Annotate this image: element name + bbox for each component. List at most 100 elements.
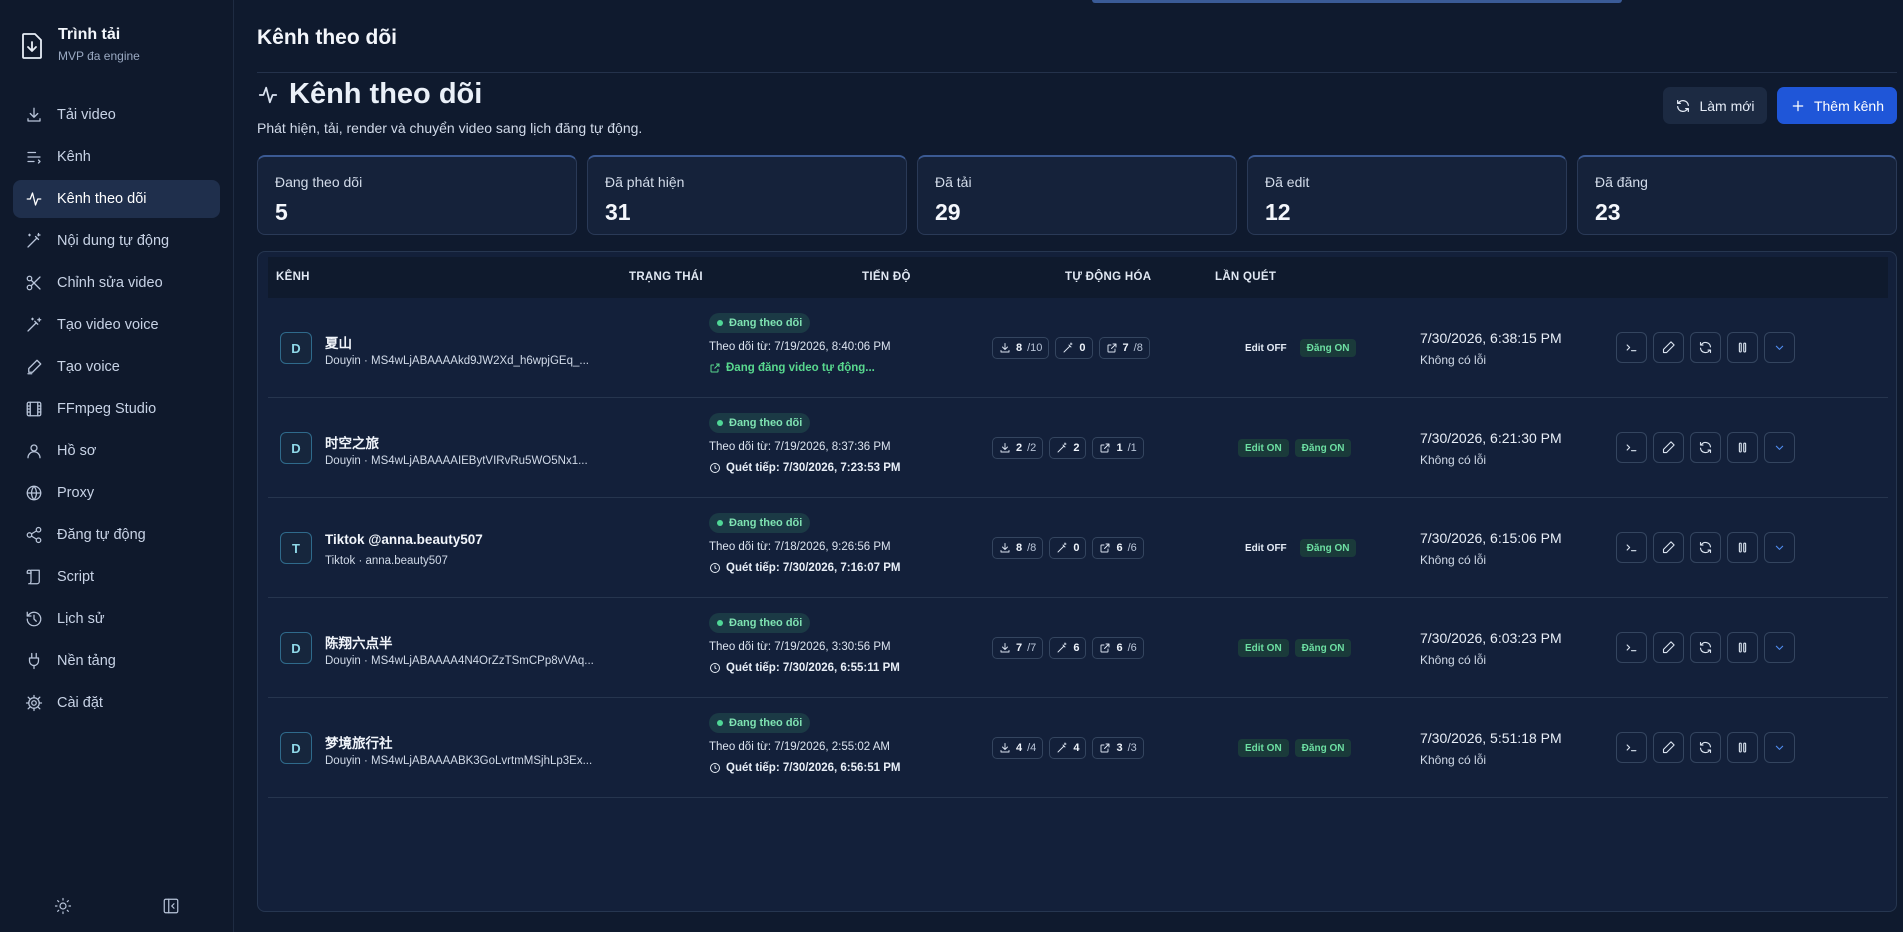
sidebar-item-history[interactable]: Lịch sử [13, 600, 220, 638]
rescan-button[interactable] [1690, 632, 1721, 663]
edit-button[interactable] [1653, 332, 1684, 363]
stat-card: Đang theo dõi 5 [257, 155, 577, 235]
table-row: D 时空之旅 Douyin · MS4wLjABAAAAIEBytVIRvRu5… [268, 398, 1888, 498]
add-channel-button[interactable]: Thêm kênh [1777, 87, 1897, 124]
chevron-down-icon [1775, 745, 1784, 750]
post-toggle-tag[interactable]: Đăng ON [1294, 439, 1352, 457]
wand-icon [27, 317, 42, 332]
downloaded-chip: 2/2 [992, 437, 1044, 459]
status-badge: Đang theo dõi [709, 713, 811, 733]
expand-row-button[interactable] [1764, 432, 1795, 463]
edit-toggle-tag[interactable]: Edit OFF [1238, 539, 1294, 557]
progress-chips: 8/10 0 7/8 [992, 337, 1150, 359]
edit-toggle-tag[interactable]: Edit ON [1238, 439, 1289, 457]
sidebar-item-gear[interactable]: Cài đặt [13, 684, 220, 722]
pencil-icon [1662, 441, 1675, 454]
terminal-button[interactable] [1616, 332, 1647, 363]
next-action: Quét tiếp: 7/30/2026, 6:55:11 PM [709, 662, 900, 674]
last-scan-time: 7/30/2026, 5:51:18 PM [1420, 730, 1562, 746]
terminal-button[interactable] [1616, 432, 1647, 463]
activity-icon [258, 86, 278, 103]
posted-count: 7 [1122, 342, 1129, 354]
stat-card: Đã edit 12 [1247, 155, 1567, 235]
add-channel-label: Thêm kênh [1813, 97, 1885, 114]
pause-button[interactable] [1727, 332, 1758, 363]
refresh-icon [1699, 341, 1712, 354]
post-toggle-tag[interactable]: Đăng ON [1299, 339, 1357, 357]
top-accent-bar [1092, 0, 1622, 3]
column-header-progress: TIẾN ĐỘ [862, 271, 911, 283]
status-text: Đang theo dõi [729, 517, 803, 529]
post-toggle-tag[interactable]: Đăng ON [1294, 739, 1352, 757]
edit-toggle-tag[interactable]: Edit ON [1238, 639, 1289, 657]
sidebar-item-plug[interactable]: Nền tảng [13, 642, 220, 680]
rescan-button[interactable] [1690, 332, 1721, 363]
channel-name[interactable]: 陈翔六点半 [325, 632, 393, 652]
downloaded-chip: 7/7 [992, 637, 1044, 659]
post-toggle-tag[interactable]: Đăng ON [1294, 639, 1352, 657]
collapse-sidebar-button[interactable] [160, 895, 182, 917]
terminal-button[interactable] [1616, 532, 1647, 563]
channel-name[interactable]: Tiktok @anna.beauty507 [325, 532, 483, 547]
terminal-button[interactable] [1616, 732, 1647, 763]
channel-name[interactable]: 时空之旅 [325, 432, 379, 452]
sidebar-item-film[interactable]: FFmpeg Studio [13, 390, 220, 428]
sidebar-item-pen[interactable]: Tạo voice [13, 348, 220, 386]
edit-button[interactable] [1653, 432, 1684, 463]
downloaded-count: 8 [1016, 342, 1023, 354]
pause-button[interactable] [1727, 732, 1758, 763]
clock-icon [710, 563, 720, 573]
automation-tags: Edit ON Đăng ON [1238, 439, 1352, 457]
stat-value: 23 [1595, 199, 1621, 225]
theme-toggle-button[interactable] [52, 895, 74, 917]
post-toggle-tag[interactable]: Đăng ON [1299, 539, 1357, 557]
external-link-icon [1100, 543, 1110, 553]
terminal-button[interactable] [1616, 632, 1647, 663]
edit-button[interactable] [1653, 532, 1684, 563]
table-row: D 陈翔六点半 Douyin · MS4wLjABAAAA4N4OrZzTSmC… [268, 598, 1888, 698]
expand-row-button[interactable] [1764, 732, 1795, 763]
row-actions [1616, 632, 1795, 663]
sidebar-item-list[interactable]: Kênh [13, 138, 220, 176]
pause-button[interactable] [1727, 532, 1758, 563]
edit-toggle-tag[interactable]: Edit OFF [1238, 339, 1294, 357]
pause-button[interactable] [1727, 632, 1758, 663]
expand-row-button[interactable] [1764, 632, 1795, 663]
rescan-button[interactable] [1690, 432, 1721, 463]
magic-wand-icon [1057, 742, 1067, 753]
channel-name[interactable]: 梦境旅行社 [325, 732, 393, 752]
edit-button[interactable] [1653, 732, 1684, 763]
expand-row-button[interactable] [1764, 332, 1795, 363]
stat-label: Đã phát hiện [605, 174, 685, 190]
posted-total: /8 [1133, 342, 1143, 354]
table-row: T Tiktok @anna.beauty507 Tiktok · anna.b… [268, 498, 1888, 598]
pause-icon [1738, 442, 1747, 453]
rescan-button[interactable] [1690, 732, 1721, 763]
stats-row: Đang theo dõi 5 Đã phát hiện 31 Đã tải 29 Đ… [257, 155, 1897, 235]
sidebar-item-share[interactable]: Đăng tự động [13, 516, 220, 554]
pause-button[interactable] [1727, 432, 1758, 463]
sidebar-item-magic-wand[interactable]: Nội dung tự động [13, 222, 220, 260]
sidebar-item-globe[interactable]: Proxy [13, 474, 220, 512]
edit-toggle-tag[interactable]: Edit ON [1238, 739, 1289, 757]
status-dot-icon [717, 520, 723, 526]
sidebar-item-user[interactable]: Hồ sơ [13, 432, 220, 470]
pencil-icon [1662, 641, 1675, 654]
sidebar-item-scroll[interactable]: Script [13, 558, 220, 596]
refresh-button[interactable]: Làm mới [1663, 87, 1767, 124]
sidebar-item-activity[interactable]: Kênh theo dõi [13, 180, 220, 218]
posted-total: /3 [1127, 742, 1137, 754]
rescan-button[interactable] [1690, 532, 1721, 563]
edit-button[interactable] [1653, 632, 1684, 663]
stat-label: Đang theo dõi [275, 174, 363, 190]
sun-icon [54, 897, 72, 915]
row-actions [1616, 732, 1795, 763]
sidebar-item-wand[interactable]: Tạo video voice [13, 306, 220, 344]
last-scan-error: Không có lỗi [1420, 353, 1487, 367]
sidebar-item-download[interactable]: Tải video [13, 96, 220, 134]
expand-row-button[interactable] [1764, 532, 1795, 563]
channel-name[interactable]: 夏山 [325, 332, 352, 352]
sidebar-item-scissors[interactable]: Chỉnh sửa video [13, 264, 220, 302]
magic-wand-icon [1063, 342, 1073, 353]
download-icon [1000, 543, 1010, 553]
